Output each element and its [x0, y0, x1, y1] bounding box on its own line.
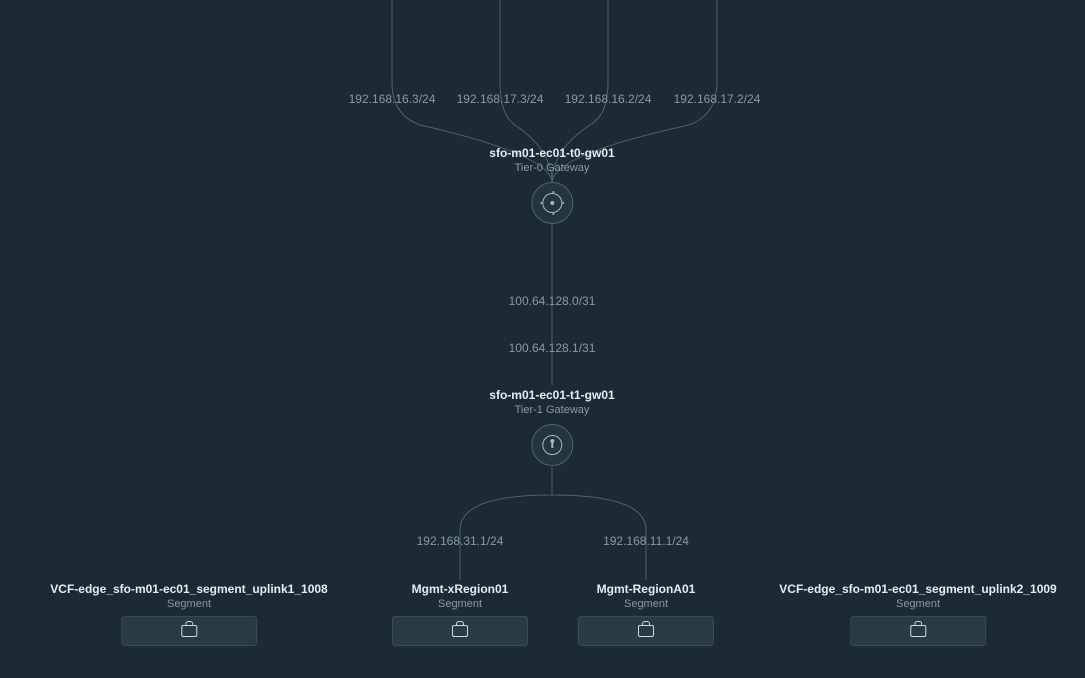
tier0-name: sfo-m01-ec01-t0-gw01: [489, 146, 614, 160]
tier0-type: Tier-0 Gateway: [489, 162, 614, 174]
segment-icon: [638, 625, 654, 637]
segment-button[interactable]: [850, 616, 986, 646]
segment-name: VCF-edge_sfo-m01-ec01_segment_uplink2_10…: [779, 582, 1056, 596]
segment-node-1[interactable]: Mgmt-xRegion01 Segment: [392, 582, 528, 646]
segment-button[interactable]: [121, 616, 257, 646]
segment-node-3[interactable]: VCF-edge_sfo-m01-ec01_segment_uplink2_10…: [779, 582, 1056, 646]
uplink-ip-1: 192.168.17.3/24: [457, 92, 544, 106]
segment-button[interactable]: [578, 616, 714, 646]
segment-node-2[interactable]: Mgmt-RegionA01 Segment: [578, 582, 714, 646]
branch-ip-0: 192.168.31.1/24: [417, 534, 504, 548]
segment-icon: [452, 625, 468, 637]
uplink-ip-2: 192.168.16.2/24: [565, 92, 652, 106]
segment-type: Segment: [779, 598, 1056, 610]
tier1-gateway-node[interactable]: sfo-m01-ec01-t1-gw01 Tier-1 Gateway: [489, 388, 614, 466]
segment-name: Mgmt-RegionA01: [578, 582, 714, 596]
segment-icon: [181, 625, 197, 637]
uplink-ip-3: 192.168.17.2/24: [674, 92, 761, 106]
tier1-gateway-icon: [531, 424, 573, 466]
uplink-ip-0: 192.168.16.3/24: [349, 92, 436, 106]
branch-ip-1: 192.168.11.1/24: [603, 534, 689, 548]
tier-link-upper-ip: 100.64.128.0/31: [509, 294, 596, 308]
segment-type: Segment: [578, 598, 714, 610]
segment-name: Mgmt-xRegion01: [392, 582, 528, 596]
segment-type: Segment: [392, 598, 528, 610]
tier0-gateway-node[interactable]: sfo-m01-ec01-t0-gw01 Tier-0 Gateway: [489, 146, 614, 224]
tier1-type: Tier-1 Gateway: [489, 404, 614, 416]
segment-node-0[interactable]: VCF-edge_sfo-m01-ec01_segment_uplink1_10…: [50, 582, 327, 646]
tier-link-lower-ip: 100.64.128.1/31: [509, 341, 596, 355]
tier1-name: sfo-m01-ec01-t1-gw01: [489, 388, 614, 402]
segment-name: VCF-edge_sfo-m01-ec01_segment_uplink1_10…: [50, 582, 327, 596]
segment-icon: [910, 625, 926, 637]
segment-button[interactable]: [392, 616, 528, 646]
segment-type: Segment: [50, 598, 327, 610]
tier0-gateway-icon: [531, 182, 573, 224]
